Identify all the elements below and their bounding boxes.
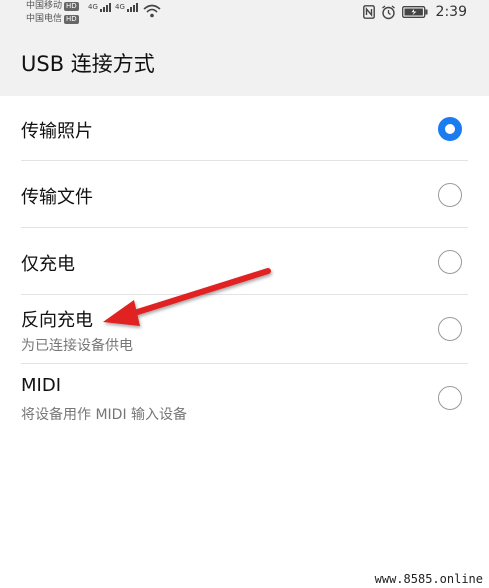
annotation-arrow-icon bbox=[103, 268, 271, 326]
watermark: www.8585.online bbox=[374, 572, 483, 586]
